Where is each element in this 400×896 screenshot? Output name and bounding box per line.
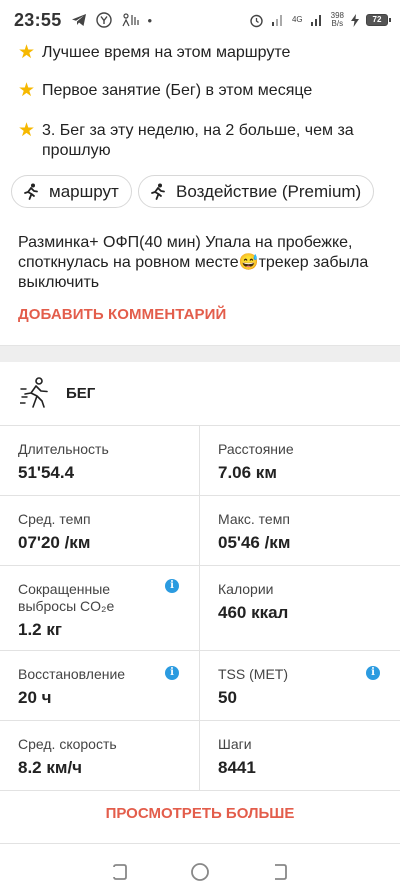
view-more-button[interactable]: ПРОСМОТРЕТЬ БОЛЬШЕ: [0, 805, 400, 822]
stat-label-line: выбросы CO₂e: [18, 598, 115, 614]
stat-label: Сокращенные выбросы CO₂e: [18, 581, 181, 615]
home-icon[interactable]: [190, 862, 210, 882]
network-type: 4G: [291, 15, 303, 24]
stat-max-pace: Макс. темп 05'46 /км: [200, 496, 400, 565]
stat-recovery: Восстановление 20 ч i: [0, 651, 200, 720]
route-chip-label: маршрут: [49, 181, 119, 201]
activity-icon: [122, 13, 139, 27]
stat-label: Шаги: [218, 736, 252, 752]
route-chip[interactable]: маршрут: [11, 175, 132, 208]
info-icon[interactable]: i: [165, 579, 179, 593]
achievement-item: ★ 3. Бег за эту неделю, на 2 больше, чем…: [18, 121, 386, 161]
sport-header: БЕГ: [0, 362, 400, 425]
stat-value: 1.2 кг: [18, 620, 62, 639]
stat-label: TSS (MET): [218, 666, 288, 682]
stat-label: Сред. темп: [18, 511, 91, 527]
activity-comment: Разминка+ ОФП(40 мин) Упала на пробежке,…: [18, 234, 369, 291]
system-navigation-bar: [0, 848, 400, 896]
stat-value: 7.06 км: [218, 463, 277, 482]
status-bar: 23:55 • 4G 398 B/s 72: [0, 0, 400, 40]
stat-avg-pace: Сред. темп 07'20 /км: [0, 496, 200, 565]
stats-row: Восстановление 20 ч i TSS (MET) 50 i: [0, 651, 400, 721]
stat-label: Расстояние: [218, 441, 294, 457]
running-person-icon: [20, 376, 48, 408]
status-time: 23:55: [14, 9, 62, 30]
star-icon: ★: [18, 80, 36, 101]
stat-duration: Длительность 51'54.4: [0, 426, 200, 495]
charging-icon: [351, 13, 359, 27]
recent-apps-icon[interactable]: [110, 862, 130, 882]
stat-label: Макс. темп: [218, 511, 290, 527]
stat-label: Сред. скорость: [18, 736, 117, 752]
stat-value: 05'46 /км: [218, 533, 291, 552]
impact-chip-label: Воздействие (Premium): [176, 181, 362, 201]
stat-value: 460 ккал: [218, 603, 289, 622]
notification-dot-icon: •: [147, 12, 153, 28]
app-y-icon: [95, 12, 112, 28]
stat-value: 50: [218, 688, 237, 707]
stat-label-line: Сокращенные: [18, 581, 111, 597]
stat-value: 8441: [218, 758, 256, 777]
info-icon[interactable]: i: [165, 666, 179, 680]
stat-tss: TSS (MET) 50 i: [200, 651, 400, 720]
stat-steps: Шаги 8441: [200, 721, 400, 790]
info-icon[interactable]: i: [366, 666, 380, 680]
section-divider: [0, 345, 400, 362]
stat-co2: Сокращенные выбросы CO₂e 1.2 кг i: [0, 566, 200, 650]
signal-2-icon: [310, 15, 321, 26]
telegram-icon: [71, 14, 86, 26]
stat-avg-speed: Сред. скорость 8.2 км/ч: [0, 721, 200, 790]
impact-chip[interactable]: Воздействие (Premium): [138, 175, 375, 208]
stat-distance: Расстояние 7.06 км: [200, 426, 400, 495]
stat-calories: Калории 460 ккал: [200, 566, 400, 650]
star-icon: ★: [18, 42, 36, 63]
stat-value: 07'20 /км: [18, 533, 91, 552]
stats-row: Сред. скорость 8.2 км/ч Шаги 8441: [0, 721, 400, 791]
achievement-text: Лучшее время на этом маршруте: [42, 44, 291, 61]
achievement-text: 3. Бег за эту неделю, на 2 больше, чем з…: [42, 122, 354, 159]
runner-icon: [24, 183, 38, 200]
signal-1-icon: [271, 15, 282, 26]
stat-label: Калории: [218, 581, 274, 597]
footer-divider: [0, 843, 400, 844]
runner-icon: [151, 183, 165, 200]
stats-grid: Длительность 51'54.4 Расстояние 7.06 км …: [0, 425, 400, 791]
add-comment-button[interactable]: ДОБАВИТЬ КОММЕНТАРИЙ: [18, 306, 226, 323]
star-icon: ★: [18, 120, 36, 141]
sport-type-label: БЕГ: [66, 385, 96, 402]
back-icon[interactable]: [270, 862, 290, 882]
network-speed: 398 B/s: [330, 11, 344, 28]
stat-value: 51'54.4: [18, 463, 75, 482]
stat-label: Восстановление: [18, 666, 126, 682]
alarm-icon: [250, 14, 263, 27]
stats-row: Сокращенные выбросы CO₂e 1.2 кг i Калори…: [0, 566, 400, 651]
battery-indicator: 72: [366, 14, 391, 26]
stats-row: Сред. темп 07'20 /км Макс. темп 05'46 /к…: [0, 496, 400, 566]
achievement-item: ★ Лучшее время на этом маршруте: [18, 43, 386, 63]
stat-value: 20 ч: [18, 688, 52, 707]
stat-value: 8.2 км/ч: [18, 758, 83, 777]
achievement-item: ★ Первое занятие (Бег) в этом месяце: [18, 81, 386, 101]
stats-row: Длительность 51'54.4 Расстояние 7.06 км: [0, 426, 400, 496]
achievement-text: Первое занятие (Бег) в этом месяце: [42, 82, 313, 99]
stat-label: Длительность: [18, 441, 109, 457]
